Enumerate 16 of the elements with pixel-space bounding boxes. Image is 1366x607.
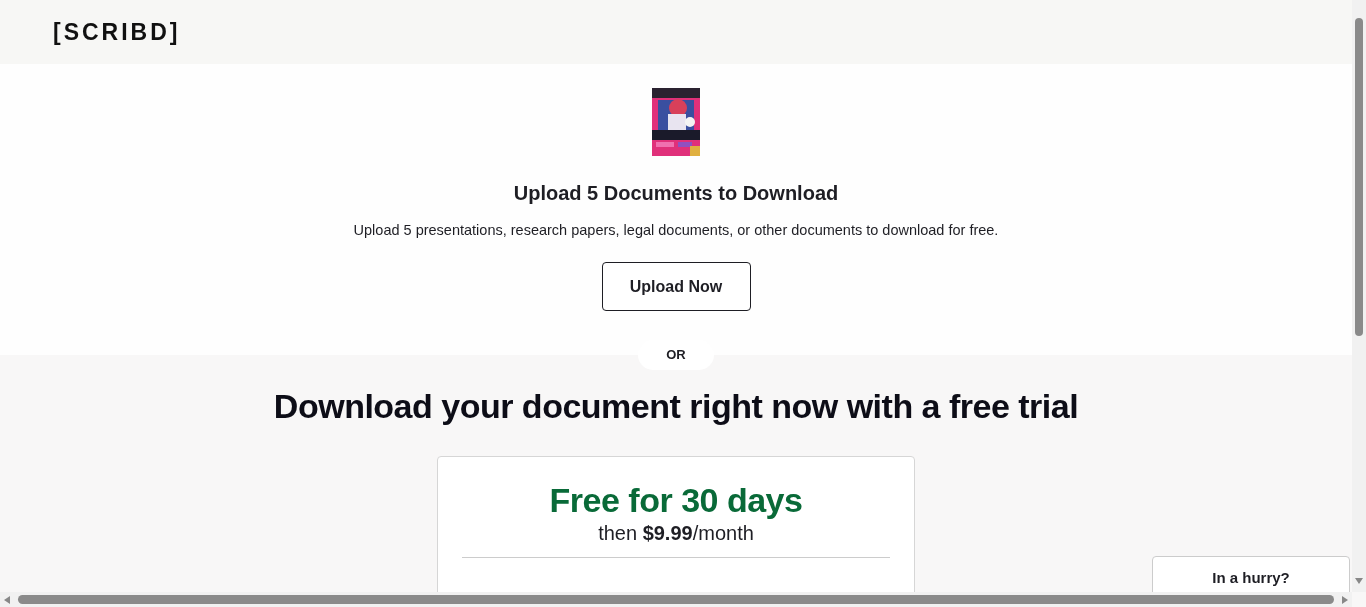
upload-now-button[interactable]: Upload Now <box>601 262 751 311</box>
logo[interactable]: [SCRIBD] <box>53 18 181 46</box>
hurry-text: In a hurry? <box>1212 569 1290 587</box>
scroll-right-icon[interactable] <box>1342 595 1348 604</box>
hurry-card[interactable]: In a hurry? <box>1152 556 1350 592</box>
trial-heading: Download your document right now with a free trial <box>273 387 1079 426</box>
offer-title: Free for 30 days <box>549 481 803 520</box>
scroll-left-icon[interactable] <box>4 595 10 604</box>
horizontal-scrollbar[interactable] <box>0 592 1352 607</box>
vertical-scrollbar[interactable] <box>1352 0 1366 592</box>
scroll-thumb[interactable] <box>1355 18 1363 336</box>
upload-title: Upload 5 Documents to Download <box>513 182 839 205</box>
price-text: then $9.99/month <box>598 522 754 545</box>
scroll-down-icon[interactable] <box>1355 578 1363 584</box>
scroll-thumb[interactable] <box>18 595 1334 604</box>
upload-description: Upload 5 presentations, research papers, legal documents, or other documents to download for free. <box>353 222 999 238</box>
